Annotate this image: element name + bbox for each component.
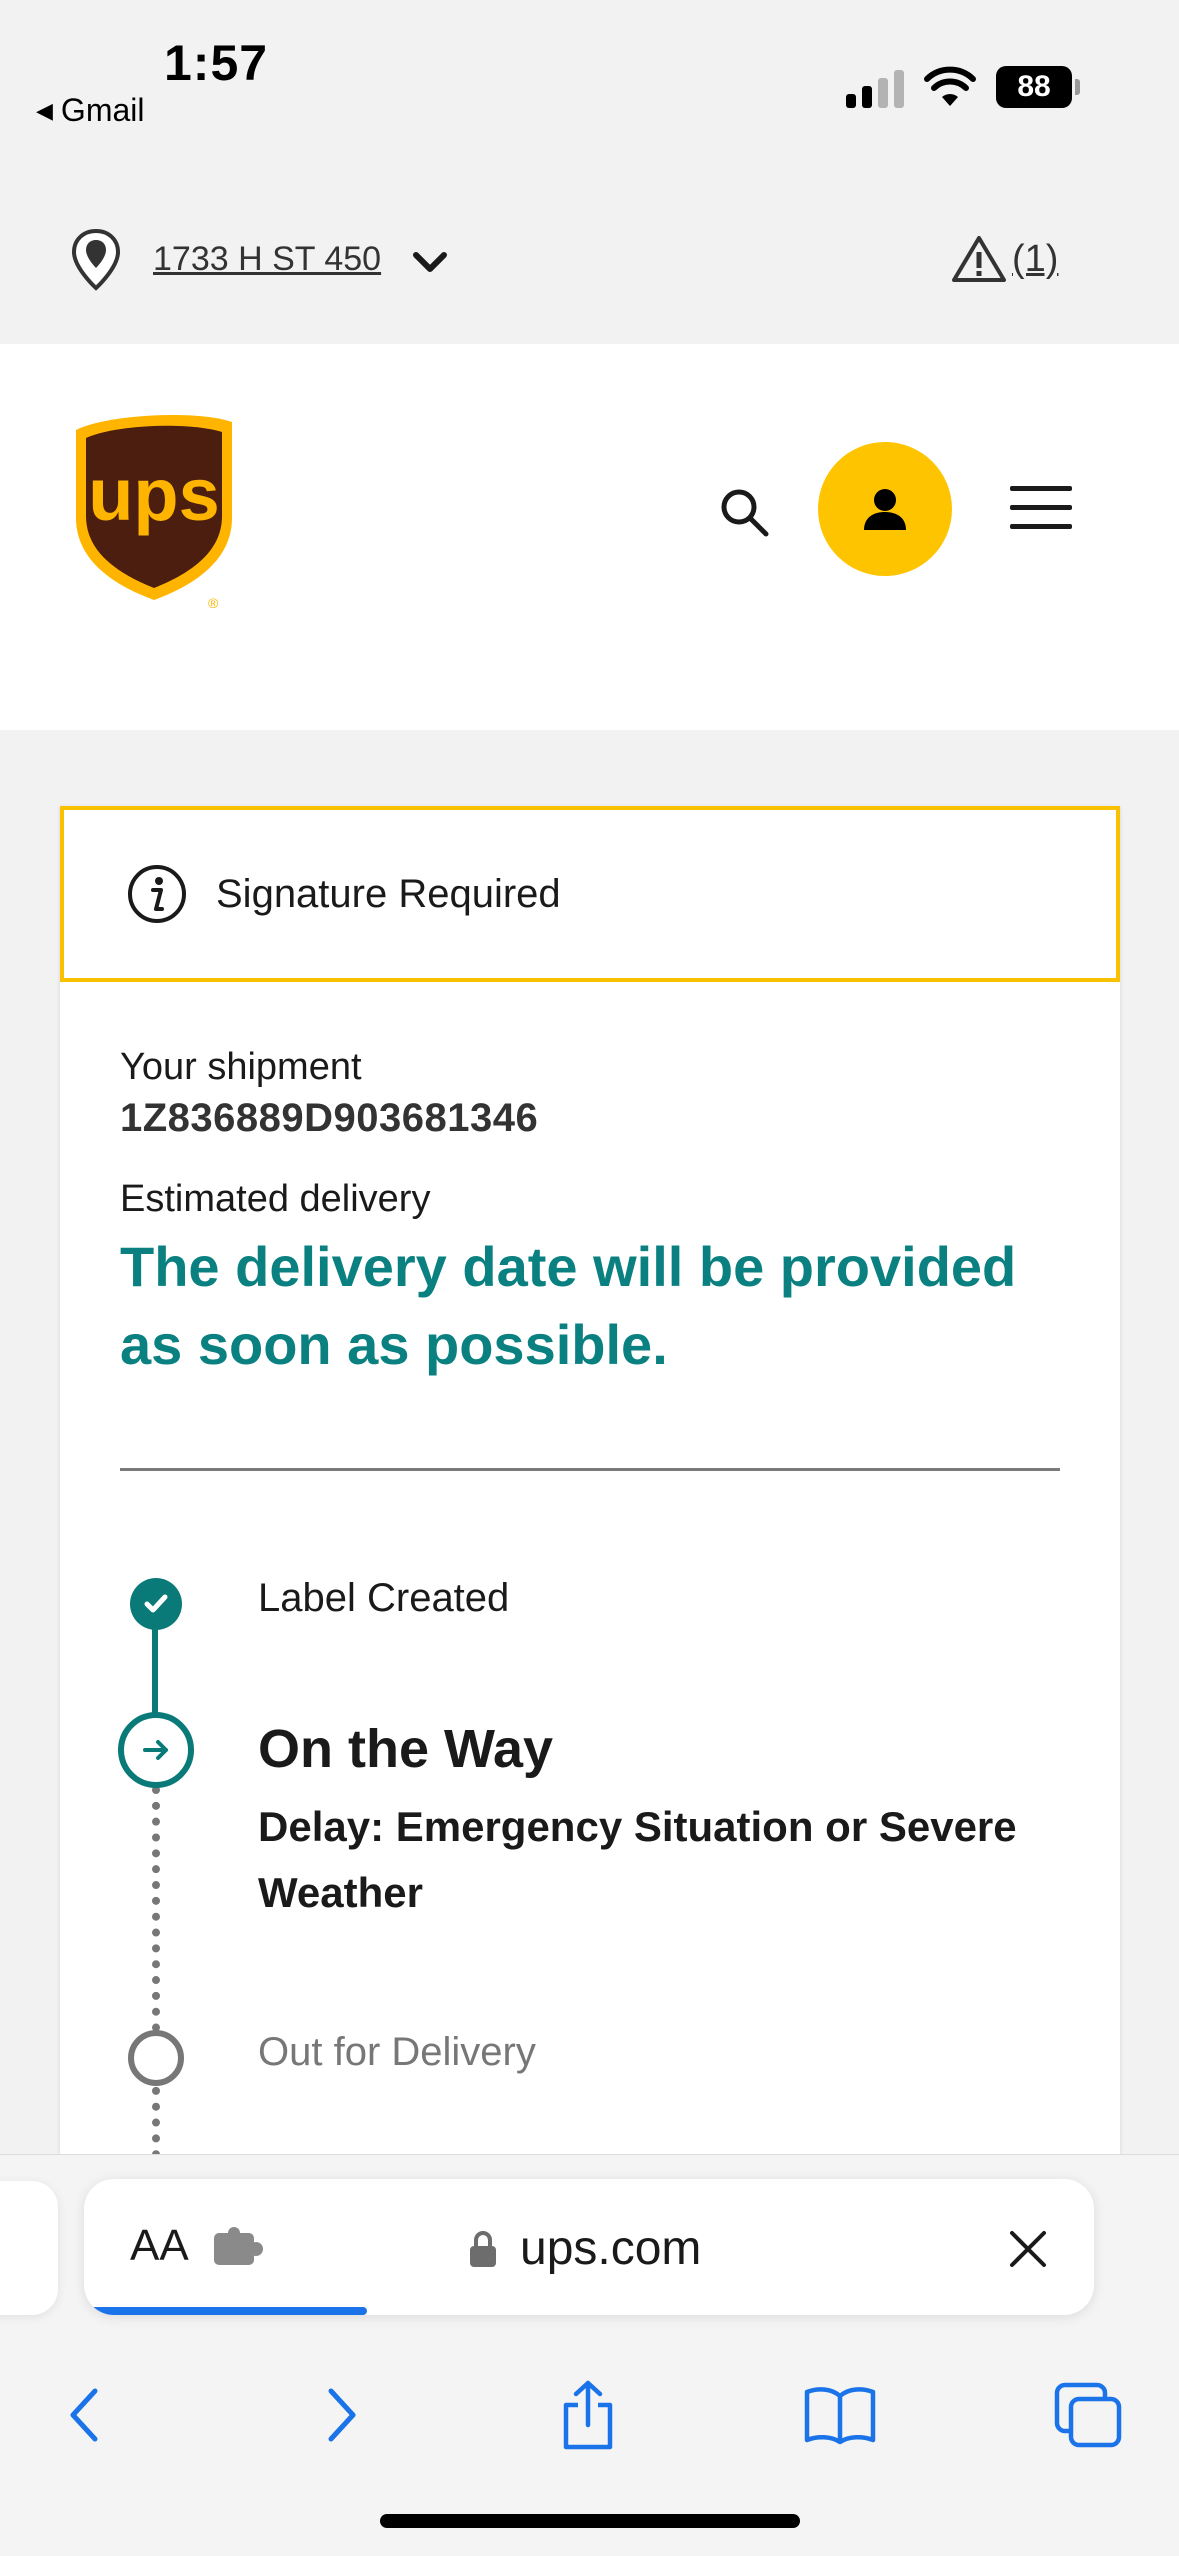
browser-bottom-bar: AA ups.com xyxy=(0,2154,1179,2556)
site-header: ups ® xyxy=(0,344,1179,730)
url-text: ups.com xyxy=(520,2222,702,2275)
profile-button[interactable] xyxy=(818,442,952,576)
search-icon[interactable] xyxy=(716,484,772,540)
step-pending-icon xyxy=(128,2030,184,2086)
extension-puzzle-icon[interactable] xyxy=(212,2227,266,2269)
battery-level: 88 xyxy=(996,66,1072,108)
back-triangle-icon: ◀ xyxy=(36,97,53,123)
status-time: 1:57 xyxy=(164,35,269,91)
close-icon[interactable] xyxy=(1006,2227,1050,2271)
step-complete-icon xyxy=(130,1578,182,1630)
share-button[interactable] xyxy=(548,2375,628,2455)
alerts-link[interactable]: (1) xyxy=(950,234,1058,284)
delivery-address-link[interactable]: 1733 H ST 450 xyxy=(153,240,381,279)
lock-icon xyxy=(470,2231,496,2267)
checkmark-icon xyxy=(144,1594,168,1613)
back-to-app-link[interactable]: ◀ Gmail xyxy=(36,92,144,129)
tabs-button[interactable] xyxy=(1048,2375,1128,2455)
ups-logo-text: ups xyxy=(88,453,220,536)
svg-text:®: ® xyxy=(208,595,219,608)
wifi-icon xyxy=(924,66,976,106)
tracking-number: 1Z836889D903681346 xyxy=(120,1096,539,1140)
info-icon xyxy=(128,865,186,923)
step-label-created: Label Created xyxy=(258,1576,510,1620)
tabs-icon xyxy=(1054,2382,1122,2448)
signature-notice-text: Signature Required xyxy=(216,871,561,916)
step-label-on-the-way: On the Way xyxy=(258,1719,554,1779)
chevron-down-icon[interactable] xyxy=(410,242,450,282)
hamburger-menu-icon[interactable] xyxy=(1010,484,1072,532)
step-current-icon xyxy=(118,1712,194,1788)
forward-button[interactable] xyxy=(300,2375,380,2455)
estimated-delivery-value: The delivery date will be provided as so… xyxy=(120,1235,1017,1376)
back-button[interactable] xyxy=(46,2375,126,2455)
text-size-label: AA xyxy=(130,2221,189,2270)
cellular-signal-icon xyxy=(846,70,904,108)
shipment-label: Your shipment xyxy=(120,1046,362,1088)
previous-tab-preview[interactable] xyxy=(0,2181,58,2315)
arrow-right-icon xyxy=(143,1740,168,1760)
timeline-pending-line xyxy=(152,1786,160,2206)
step-delay-detail: Delay: Emergency Situation or Severe Wea… xyxy=(258,1803,1017,1916)
text-size-button[interactable]: AA xyxy=(130,2221,189,2271)
back-app-label: Gmail xyxy=(60,92,145,128)
share-icon xyxy=(563,2380,613,2450)
status-bar: 1:57 ◀ Gmail 88 xyxy=(0,0,1179,150)
user-icon xyxy=(864,489,906,530)
address-bar[interactable]: AA ups.com xyxy=(84,2179,1094,2315)
bookmarks-icon xyxy=(804,2387,876,2445)
step-label-out-for-delivery: Out for Delivery xyxy=(258,2030,536,2074)
bookmarks-button[interactable] xyxy=(800,2375,880,2455)
battery-icon: 88 xyxy=(996,66,1080,108)
forward-icon xyxy=(328,2388,356,2442)
warning-icon xyxy=(952,236,1006,282)
location-row: 1733 H ST 450 (1) xyxy=(0,150,1179,344)
divider xyxy=(120,1468,1060,1471)
alerts-count: (1) xyxy=(1012,237,1059,280)
tracking-card: Signature Required Your shipment 1Z83688… xyxy=(60,806,1120,2206)
signature-notice: Signature Required xyxy=(60,806,1120,982)
location-pin-icon xyxy=(71,228,121,291)
estimated-delivery-label: Estimated delivery xyxy=(120,1178,431,1220)
back-icon xyxy=(70,2388,98,2442)
home-indicator xyxy=(380,2514,800,2528)
page-load-progress xyxy=(84,2307,367,2315)
ups-logo[interactable]: ups ® xyxy=(68,408,240,608)
